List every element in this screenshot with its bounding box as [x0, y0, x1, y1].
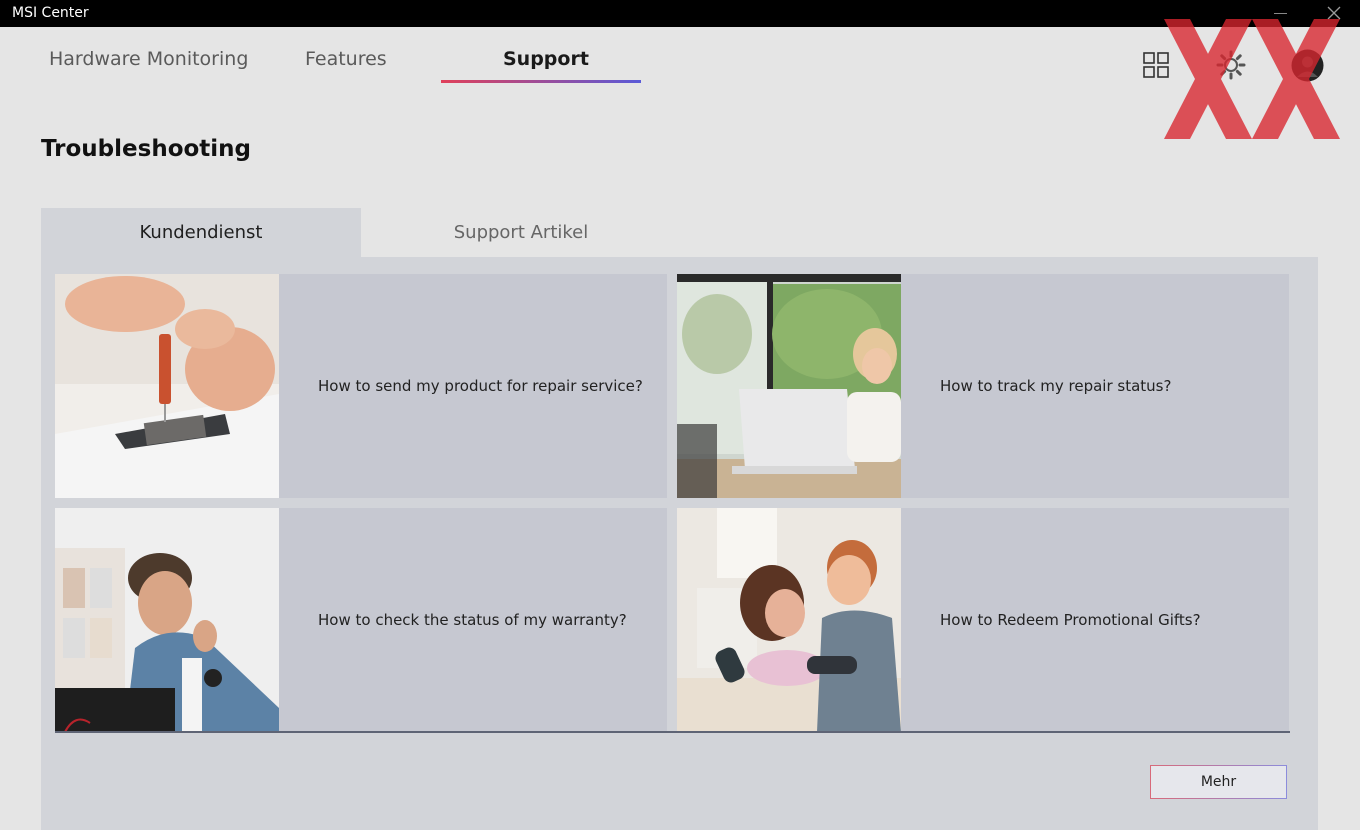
- app-title: MSI Center: [12, 5, 89, 21]
- tab-kundendienst[interactable]: Kundendienst: [41, 208, 361, 257]
- woman-laptop-phone-photo: [677, 274, 901, 498]
- page-title: Troubleshooting: [41, 136, 252, 162]
- grid-icon[interactable]: [1143, 52, 1170, 79]
- title-bar: MSI Center: [0, 0, 1360, 27]
- card-promotional-gifts[interactable]: How to Redeem Promotional Gifts?: [677, 508, 1289, 732]
- tab-support-artikel[interactable]: Support Artikel: [361, 208, 681, 257]
- tab-support[interactable]: Support: [503, 48, 589, 70]
- tab-hardware-monitoring[interactable]: Hardware Monitoring: [49, 48, 248, 70]
- card-track-repair[interactable]: How to track my repair status?: [677, 274, 1289, 498]
- avatar[interactable]: [1290, 48, 1325, 83]
- man-repair-photo: [55, 508, 279, 732]
- card-label: How to Redeem Promotional Gifts?: [940, 611, 1201, 629]
- more-button[interactable]: Mehr: [1150, 765, 1287, 799]
- repair-photo: [55, 274, 279, 498]
- close-icon[interactable]: [1326, 5, 1342, 21]
- gear-icon[interactable]: [1215, 49, 1247, 81]
- divider: [55, 731, 1290, 733]
- card-label: How to check the status of my warranty?: [318, 611, 627, 629]
- couple-gaming-photo: [677, 508, 901, 732]
- tab-features[interactable]: Features: [305, 48, 387, 70]
- card-repair-service[interactable]: How to send my product for repair servic…: [55, 274, 667, 498]
- active-tab-underline: [441, 80, 641, 83]
- card-warranty-status[interactable]: How to check the status of my warranty?: [55, 508, 667, 732]
- minimize-icon[interactable]: [1274, 13, 1287, 14]
- card-label: How to track my repair status?: [940, 377, 1172, 395]
- card-label: How to send my product for repair servic…: [318, 377, 643, 395]
